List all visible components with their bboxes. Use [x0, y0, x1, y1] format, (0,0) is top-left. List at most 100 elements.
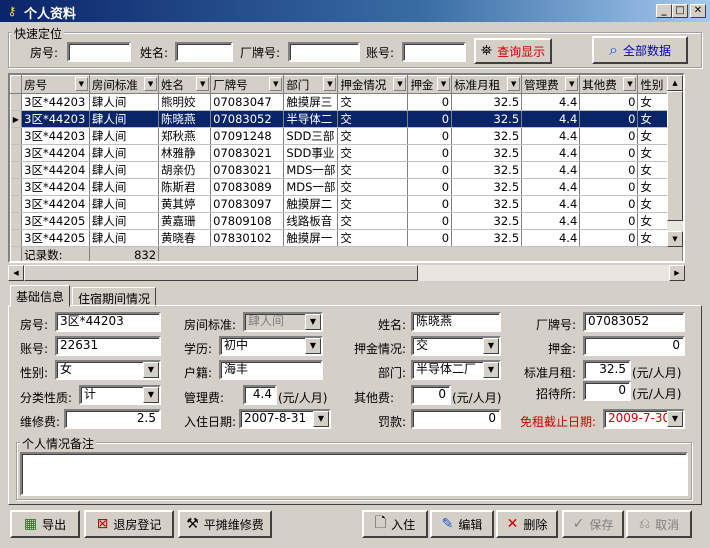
table-cell: 32.5	[451, 110, 523, 128]
edit-button[interactable]: ✎ 编辑	[430, 510, 494, 538]
column-header[interactable]: 厂牌号 ▼	[210, 75, 285, 94]
column-header[interactable]: 管理费 ▼	[521, 75, 581, 94]
table-cell: 0	[579, 110, 639, 128]
column-filter-icon[interactable]: ▼	[437, 77, 451, 91]
dept-label: 部门:	[378, 366, 407, 380]
minimize-button[interactable]: _	[656, 4, 672, 18]
qs-room-input[interactable]	[67, 42, 131, 62]
column-header[interactable]: 标准月租 ▼	[451, 75, 523, 94]
key-icon: ⚷	[7, 4, 17, 18]
row-indicator	[10, 195, 23, 213]
name-field[interactable]: 陈晓燕	[411, 312, 501, 332]
column-header[interactable]: 押金 ▼	[407, 75, 453, 94]
column-header[interactable]: 姓名 ▼	[158, 75, 212, 94]
scroll-down-button[interactable]: ▼	[667, 231, 683, 247]
column-filter-icon[interactable]: ▼	[323, 77, 337, 91]
table-cell: 4.4	[521, 212, 581, 230]
chevron-down-icon[interactable]: ▼	[483, 362, 499, 378]
mgmt-field[interactable]: 4.4	[243, 385, 277, 405]
records-grid[interactable]: 房号 ▼ 房间标准 ▼ 姓名 ▼ 厂牌号 ▼ 部门 ▼ 押金情况 ▼ 押金 ▼ 标准月租 ▼ 管理费 ▼ 其他费 ▼ 性…	[8, 73, 685, 263]
category-select[interactable]: 计 ▼	[79, 385, 161, 405]
checkin-date-picker[interactable]: 2007-8-31 ▼	[239, 409, 331, 429]
checkout-button[interactable]: ⊠ 退房登记	[84, 510, 174, 538]
all-data-button[interactable]: ⌕ 全部数据	[592, 36, 688, 64]
horizontal-scroll-thumb[interactable]	[24, 265, 418, 281]
maximize-button[interactable]: □	[672, 4, 688, 18]
chevron-down-icon[interactable]: ▼	[313, 411, 329, 427]
room-field[interactable]: 3区*44203	[55, 312, 161, 332]
column-filter-icon[interactable]: ▼	[269, 77, 283, 91]
account-field[interactable]: 22631	[55, 336, 161, 356]
table-row[interactable]: 3区*44204 肆人间 黄其婷 07083097 触摸屏二交 0 32.5 4.4 0 女	[10, 195, 683, 213]
qs-badge-label: 厂牌号:	[240, 46, 281, 60]
tab-basic-info[interactable]: 基础信息	[10, 285, 71, 307]
column-filter-icon[interactable]: ▼	[393, 77, 407, 91]
table-row[interactable]: ▶ 3区*44203 肆人间 陈晓燕 07083052 半导体二交 0 32.5 4.4 0 女	[10, 110, 683, 128]
delete-icon: ✕	[506, 516, 519, 532]
table-cell: 0	[579, 93, 639, 111]
chevron-down-icon[interactable]: ▼	[143, 362, 159, 378]
chevron-down-icon[interactable]: ▼	[667, 411, 683, 427]
deposit-field[interactable]: 0	[583, 336, 685, 356]
qs-name-input[interactable]	[175, 42, 233, 62]
column-filter-icon[interactable]: ▼	[565, 77, 579, 91]
cancel-button[interactable]: ⎌ 取消	[626, 510, 692, 538]
repair-share-button[interactable]: ⚒ 平摊维修费	[178, 510, 272, 538]
column-header[interactable]: 房号 ▼	[21, 75, 90, 94]
rentfree-date-picker[interactable]: 2009-7-30 ▼	[603, 409, 685, 429]
column-header-label: 性别	[640, 77, 664, 92]
column-filter-icon[interactable]: ▼	[623, 77, 637, 91]
column-header[interactable]: 房间标准 ▼	[88, 75, 160, 94]
recruit-field[interactable]: 0	[583, 381, 631, 401]
query-button[interactable]: ⛯ 查询显示	[474, 38, 552, 64]
tab-stay-period[interactable]: 住宿期间情况	[72, 287, 157, 307]
dept-select[interactable]: 半导体二厂 ▼	[411, 360, 501, 380]
table-row[interactable]: 3区*44204 肆人间 陈斯君 07083089 MDS一部交 0 32.5 4.4 0 女	[10, 178, 683, 196]
qs-account-input[interactable]	[402, 42, 466, 62]
column-filter-icon[interactable]: ▼	[74, 77, 88, 91]
vertical-scroll-thumb[interactable]	[667, 91, 683, 221]
scroll-up-button[interactable]: ▲	[667, 75, 683, 91]
column-header-label: 房间标准	[91, 77, 138, 92]
category-value: 计	[84, 387, 97, 401]
repair-field[interactable]: 2.5	[64, 409, 161, 429]
fine-field[interactable]: 0	[411, 409, 501, 429]
scroll-left-button[interactable]: ◀	[8, 265, 24, 281]
table-row[interactable]: 3区*44203 肆人间 熊明姣 07083047 触摸屏三交 0 32.5 4.4 0 女	[10, 93, 683, 111]
column-filter-icon[interactable]: ▼	[144, 77, 158, 91]
delete-button[interactable]: ✕ 删除	[496, 510, 558, 538]
export-button[interactable]: ▦ 导出	[10, 510, 80, 538]
table-row[interactable]: 3区*44205 肆人间 黄嘉珊 07809108 线路板音交 0 32.5 4.4 0 女	[10, 212, 683, 230]
deposit-status-select[interactable]: 交 ▼	[411, 336, 501, 356]
checkin-button[interactable]: 🗋 入住	[362, 510, 428, 538]
close-button[interactable]: ✕	[690, 4, 706, 18]
table-row[interactable]: 3区*44204 肆人间 林雅静 07083021 SDD事业交 0 32.5 4.4 0 女	[10, 144, 683, 162]
column-header[interactable]: 其他费 ▼	[579, 75, 639, 94]
row-indicator	[10, 212, 23, 230]
grid-vertical-scrollbar[interactable]: ▲ ▼	[667, 75, 683, 247]
other-field[interactable]: 0	[411, 385, 451, 405]
table-cell: 0	[407, 127, 453, 145]
mgmt-label: 管理费:	[184, 391, 225, 405]
badge-field[interactable]: 07083052	[583, 312, 685, 332]
gender-select[interactable]: 女 ▼	[55, 360, 161, 380]
chevron-down-icon[interactable]: ▼	[143, 387, 159, 403]
column-filter-icon[interactable]: ▼	[507, 77, 521, 91]
column-header[interactable]: 部门 ▼	[283, 75, 339, 94]
save-button[interactable]: ✓ 保存	[562, 510, 624, 538]
remarks-textarea[interactable]	[20, 452, 688, 496]
column-header[interactable]: 押金情况 ▼	[337, 75, 409, 94]
column-filter-icon[interactable]: ▼	[196, 77, 210, 91]
rent-field[interactable]: 32.5	[583, 360, 631, 380]
table-row[interactable]: 3区*44205 肆人间 黄晓春 07830102 触摸屏一交 0 32.5 4.4 0 女	[10, 229, 683, 247]
chevron-down-icon[interactable]: ▼	[483, 338, 499, 354]
table-row[interactable]: 3区*44203 肆人间 郑秋燕 07091248 SDD三部交 0 32.5 4.4 0 女	[10, 127, 683, 145]
table-cell: 32.5	[451, 212, 523, 230]
hukou-field[interactable]: 海丰	[219, 360, 323, 380]
edu-select[interactable]: 初中 ▼	[219, 336, 323, 356]
scroll-right-button[interactable]: ▶	[669, 265, 685, 281]
table-row[interactable]: 3区*44204 肆人间 胡亲仍 07083021 MDS一部交 0 32.5 4.4 0 女	[10, 161, 683, 179]
qs-badge-input[interactable]	[288, 42, 360, 62]
chevron-down-icon[interactable]: ▼	[305, 338, 321, 354]
grid-horizontal-scrollbar[interactable]: ◀ ▶	[8, 265, 685, 281]
